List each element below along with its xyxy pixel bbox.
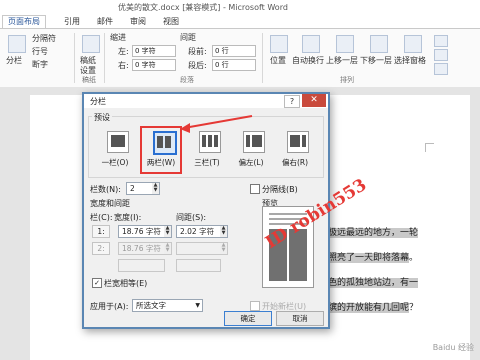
word-window: 优美的散文.docx [兼容模式] - Microsoft Word 页面布局 … [0, 0, 480, 360]
presets-label: 预设 [92, 112, 112, 123]
annotation-arrow-icon [180, 115, 253, 133]
site-watermark: Baidu 经验 [432, 343, 474, 352]
